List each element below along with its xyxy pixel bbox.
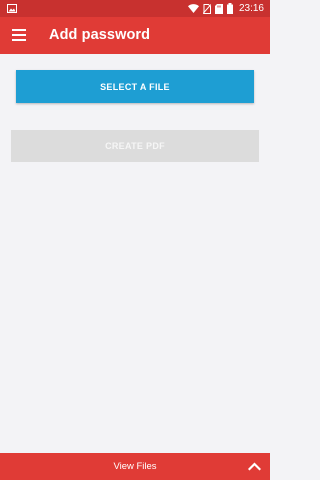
wifi-icon [187,4,199,13]
status-bar: 23:16 [0,0,270,17]
status-icons: 23:16 [187,0,264,17]
battery-icon [226,3,233,14]
view-files-label: View Files [113,461,157,472]
image-icon [7,4,17,13]
status-time: 23:16 [238,3,264,14]
view-files-bar[interactable]: View Files [0,453,270,480]
chevron-up-icon[interactable] [248,460,261,473]
select-file-button[interactable]: SELECT A FILE [16,70,254,103]
menu-icon[interactable] [12,29,26,41]
sd-card-icon [214,3,223,14]
create-pdf-button[interactable]: CREATE PDF [11,130,259,162]
no-sim-icon [202,3,211,14]
app-bar: Add password [0,17,270,54]
page-title: Add password [49,27,151,43]
